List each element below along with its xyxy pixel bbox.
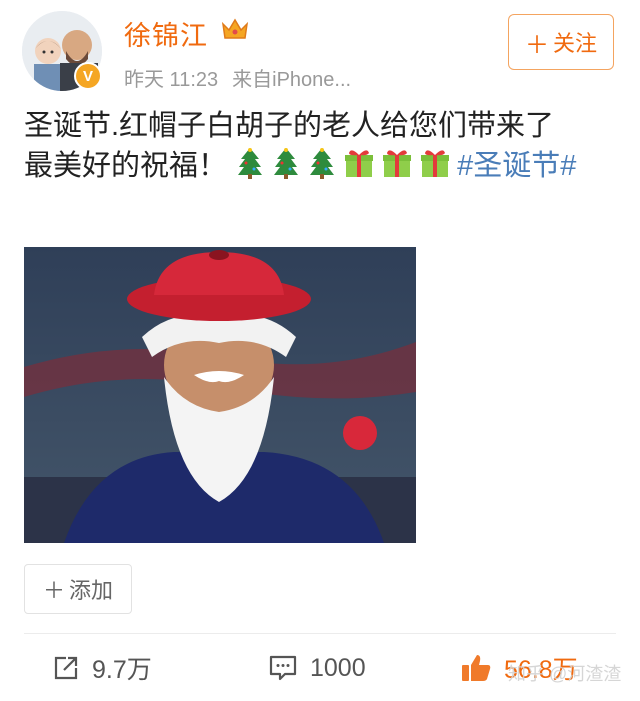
watermark: 知乎 @河渣渣: [508, 664, 622, 684]
follow-label: 关注: [552, 31, 597, 56]
gift-icon: [419, 147, 451, 190]
christmas-tree-icon: [235, 147, 265, 190]
verified-badge: V: [74, 62, 102, 90]
plus-icon: ＋: [524, 31, 549, 59]
christmas-tree-icon: [307, 147, 337, 190]
gift-icon: [343, 147, 375, 190]
post-header: V 徐锦江 昨天 11:23 来自iPhone... ＋ 关注: [0, 0, 640, 100]
comment-button[interactable]: 1000: [268, 648, 366, 688]
hashtag-link[interactable]: #圣诞节#: [457, 150, 576, 182]
post-meta: 昨天 11:23 来自iPhone...: [124, 63, 351, 92]
repost-button[interactable]: 9.7万: [52, 648, 152, 688]
add-label: 添加: [69, 578, 114, 603]
post-time: 昨天 11:23: [124, 69, 219, 91]
add-button[interactable]: ＋ 添加: [24, 564, 132, 614]
author-name[interactable]: 徐锦江: [124, 14, 208, 53]
follow-button[interactable]: ＋ 关注: [508, 14, 614, 70]
comment-icon: [269, 655, 297, 681]
christmas-tree-icon: [271, 147, 301, 190]
comment-count: 1000: [310, 653, 366, 682]
gift-icon: [381, 147, 413, 190]
post-image[interactable]: [24, 247, 416, 543]
thumbs-up-icon: [462, 655, 491, 681]
post-source[interactable]: 来自iPhone...: [232, 69, 351, 91]
post-text-line-2: 最美好的祝福！ #圣诞节#: [24, 146, 618, 190]
crown-icon: [221, 18, 249, 39]
share-icon: [54, 656, 78, 680]
post-text-line: 圣诞节.红帽子白胡子的老人给您们带来了: [24, 110, 555, 142]
repost-count: 9.7万: [92, 656, 152, 684]
plus-icon: ＋: [42, 578, 65, 603]
divider: [24, 633, 616, 634]
post-text: 圣诞节.红帽子白胡子的老人给您们带来了 最美好的祝福！ #圣诞节#: [24, 106, 618, 190]
